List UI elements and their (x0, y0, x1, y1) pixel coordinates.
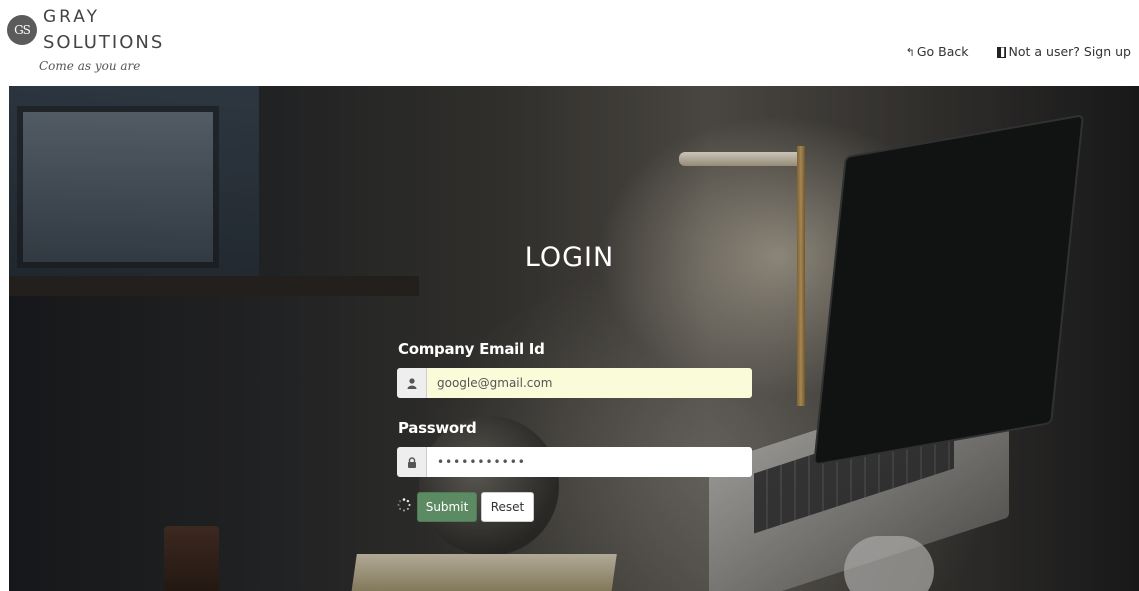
id-card-icon: ▐ (996, 47, 1006, 58)
email-input-group (397, 368, 752, 398)
password-input-group (397, 447, 752, 477)
go-back-link[interactable]: ↰ Go Back (906, 44, 969, 59)
password-field[interactable] (427, 447, 752, 477)
top-nav: ↰ Go Back ▐ Not a user? Sign up (882, 44, 1131, 59)
password-addon (397, 447, 427, 477)
hero-background-image (9, 86, 1139, 591)
lock-icon (407, 456, 416, 468)
signup-link[interactable]: ▐ Not a user? Sign up (996, 44, 1131, 59)
signup-label: Not a user? Sign up (1008, 44, 1131, 59)
reply-arrow-icon: ↰ (905, 46, 915, 59)
reset-button[interactable]: Reset (481, 492, 534, 522)
logo-mark: GS (7, 15, 37, 45)
email-field[interactable] (427, 368, 752, 398)
loading-spinner-icon (397, 498, 411, 512)
login-title: LOGIN (524, 242, 615, 273)
brand-name-line1: GRAY (43, 7, 100, 27)
site-header: GS GRAY SOLUTIONS Come as you are ↰ Go Ba… (0, 0, 1139, 86)
email-label: Company Email Id (398, 340, 545, 358)
email-addon (397, 368, 427, 398)
user-icon (407, 377, 416, 389)
brand-tagline: Come as you are (39, 59, 141, 73)
password-label: Password (398, 419, 477, 437)
bg-overlay (9, 86, 1139, 591)
go-back-label: Go Back (916, 44, 969, 59)
brand-logo[interactable]: GS GRAY SOLUTIONS Come as you are (7, 6, 187, 84)
submit-button[interactable]: Submit (417, 492, 477, 522)
brand-name-line2: SOLUTIONS (43, 32, 165, 53)
